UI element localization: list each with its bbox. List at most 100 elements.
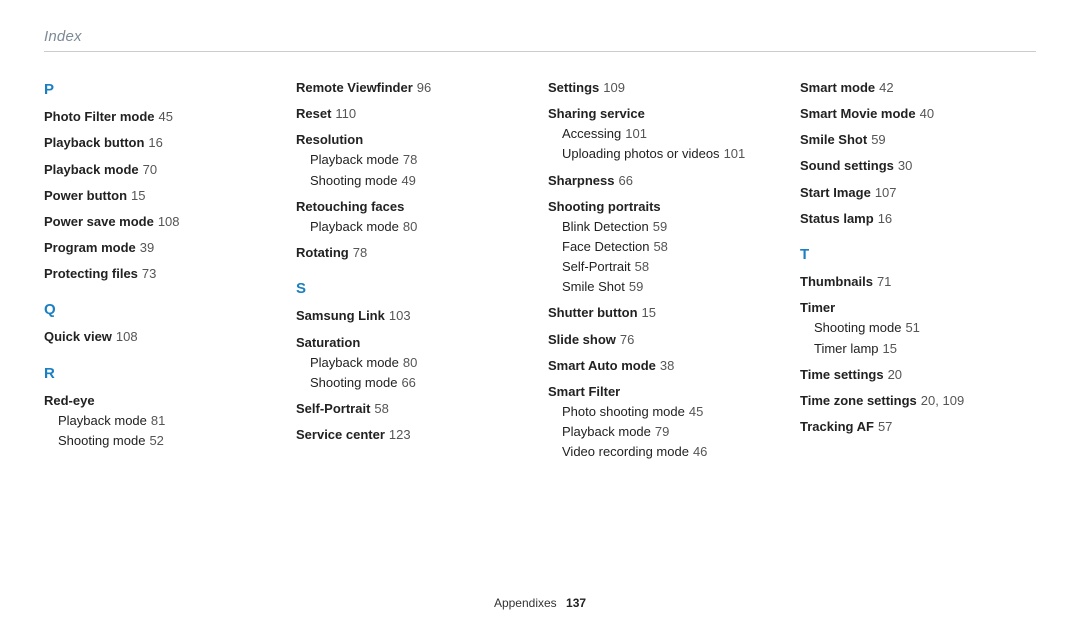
index-entry-page: 39 — [140, 240, 154, 255]
index-entry-title: Start Image — [800, 185, 871, 200]
index-entry: Quick view108 — [44, 327, 280, 347]
index-entry: Playback button 16 — [44, 133, 280, 153]
index-entry-title: Reset — [296, 106, 331, 121]
index-entry: Resolution Playback mode78 Shooting mode 49 — [296, 130, 532, 190]
index-entry-title: Thumbnails — [800, 274, 873, 289]
index-subentry: Playback mode78 — [310, 150, 532, 170]
index-column: PPhoto Filter mode45Playback button16Pla… — [44, 78, 280, 468]
index-subentry-label: Shooting mode — [310, 375, 397, 390]
index-entry: Thumbnails 71 — [800, 272, 1036, 292]
index-subentry-label: Uploading photos or videos — [562, 146, 720, 161]
index-subentry-page: 66 — [401, 375, 415, 390]
index-entry: Retouching facesPlayback mode80 — [296, 197, 532, 237]
index-entry: Smart Auto mode38 — [548, 356, 784, 376]
index-entry-page: 96 — [417, 80, 431, 95]
index-entry-title: Timer — [800, 300, 835, 315]
index-subentry-page: 79 — [655, 424, 669, 439]
index-entry-title: Status lamp — [800, 211, 874, 226]
index-entry: Self-Portrait58 — [296, 399, 532, 419]
index-entry: Playback mode70 — [44, 160, 280, 180]
index-entry: Smart mode42 — [800, 78, 1036, 98]
index-subentry: Shooting mode 52 — [58, 431, 280, 451]
page-footer: Appendixes 137 — [0, 596, 1080, 610]
index-subentry: Uploading photos or videos101 — [562, 144, 784, 164]
index-entry-title: Sharpness — [548, 173, 614, 188]
index-entry-title: Retouching faces — [296, 199, 404, 214]
index-subentry: Face Detection58 — [562, 237, 784, 257]
index-entry-title: Samsung Link — [296, 308, 385, 323]
index-subentry-label: Shooting mode — [58, 433, 145, 448]
index-entry: Smart Movie mode40 — [800, 104, 1036, 124]
index-entry: Slide show76 — [548, 330, 784, 350]
index-subentry-label: Playback mode — [310, 152, 399, 167]
index-subentry-page: 46 — [693, 444, 707, 459]
index-column: Smart mode42 Smart Movie mode40 Smile Shot… — [800, 78, 1036, 468]
index-entry: Rotating78 — [296, 243, 532, 263]
index-entry: Power save mode108 — [44, 212, 280, 232]
index-entry: Red-eyePlayback mode81Shooting mode52 — [44, 391, 280, 451]
section-letter: R — [44, 362, 280, 385]
index-entry-title: Smile Shot — [800, 132, 867, 147]
index-entry: Settings109 — [548, 78, 784, 98]
index-entry-title: Quick view — [44, 329, 112, 344]
index-entry: TimerShooting mode51Timer lamp15 — [800, 298, 1036, 358]
index-entry-title: Red-eye — [44, 393, 95, 408]
index-entry-page: 71 — [877, 274, 891, 289]
index-entry-title: Rotating — [296, 245, 349, 260]
index-entry-title: Smart Filter — [548, 384, 620, 399]
index-entry: Program mode39 — [44, 238, 280, 258]
index-entry-title: Smart Auto mode — [548, 358, 656, 373]
index-entry: Photo Filter mode45 — [44, 107, 280, 127]
index-entry-page: 103 — [389, 308, 411, 323]
index-entry: Sound settings30 — [800, 156, 1036, 176]
index-entry-page: 59 — [871, 132, 885, 147]
index-entry-title: Playback button — [44, 135, 144, 150]
index-subentry-label: Playback mode — [562, 424, 651, 439]
index-entry-page: 16 — [148, 135, 162, 150]
index-subentry-label: Shooting mode — [310, 173, 397, 188]
index-entry-page: 15 — [642, 305, 656, 320]
index-subentry: Accessing 101 — [562, 124, 784, 144]
footer-label: Appendixes — [494, 596, 557, 610]
index-entry: Reset110 — [296, 104, 532, 124]
index-entry-title: Resolution — [296, 132, 363, 147]
index-entry: Shutter button15 — [548, 303, 784, 323]
index-entry-page: 16 — [878, 211, 892, 226]
footer-page-number: 137 — [566, 596, 586, 610]
index-subentry-label: Photo shooting mode — [562, 404, 685, 419]
index-subentry-label: Shooting mode — [814, 320, 901, 335]
index-entry-page: 45 — [159, 109, 173, 124]
index-entry: Protecting files73 — [44, 264, 280, 284]
index-entry: Smile Shot 59 — [800, 130, 1036, 150]
index-subentry-page: 58 — [635, 259, 649, 274]
index-subentry-page: 49 — [401, 173, 415, 188]
index-entry: Remote Viewfinder96 — [296, 78, 532, 98]
index-entry-title: Service center — [296, 427, 385, 442]
index-subentry-page: 59 — [629, 279, 643, 294]
index-subentry-label: Face Detection — [562, 239, 649, 254]
index-subentry: Timer lamp15 — [814, 339, 1036, 359]
index-entry: Power button15 — [44, 186, 280, 206]
index-subentry-label: Accessing — [562, 126, 621, 141]
index-entry-page: 107 — [875, 185, 897, 200]
index-subentry-page: 52 — [149, 433, 163, 448]
index-entry: Status lamp 16 — [800, 209, 1036, 229]
index-entry: Sharing serviceAccessing101Uploading pho… — [548, 104, 784, 164]
page-header: Index — [44, 28, 1036, 52]
index-entry-title: Sound settings — [800, 158, 894, 173]
index-entry-title: Shooting portraits — [548, 199, 661, 214]
index-subentry-label: Playback mode — [310, 355, 399, 370]
index-entry-page: 123 — [389, 427, 411, 442]
section-letter: P — [44, 78, 280, 101]
index-subentry-page: 101 — [625, 126, 647, 141]
index-entry-title: Time settings — [800, 367, 884, 382]
index-entry: Time zone settings20, 109 — [800, 391, 1036, 411]
index-subentry-page: 45 — [689, 404, 703, 419]
index-entry-page: 42 — [879, 80, 893, 95]
index-entry-title: Smart Movie mode — [800, 106, 916, 121]
index-entry: Tracking AF57 — [800, 417, 1036, 437]
index-entry-page: 66 — [618, 173, 632, 188]
index-entry-page: 109 — [603, 80, 625, 95]
section-letter: S — [296, 277, 532, 300]
index-subentry: Self-Portrait58 — [562, 257, 784, 277]
